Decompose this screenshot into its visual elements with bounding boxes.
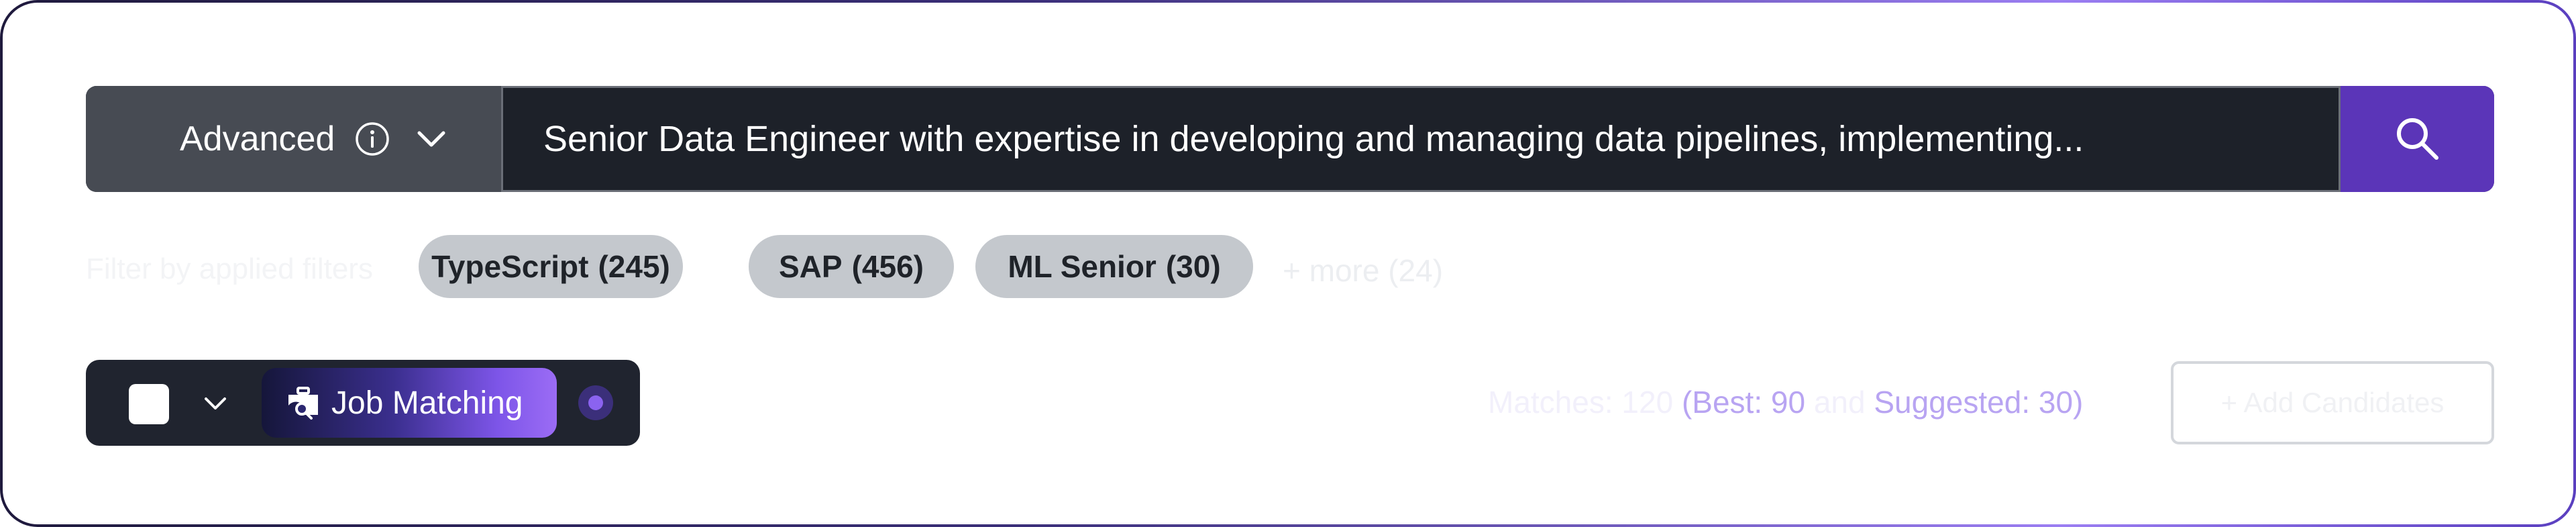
tags-row: Filter by applied filters TypeScript (24… [86, 235, 1562, 298]
more-tags-link[interactable]: + more (24) [1283, 252, 1443, 289]
tag-name: ML Senior [1008, 249, 1157, 284]
tag-chip[interactable]: ML Senior (30) [975, 235, 1253, 298]
match-counts: Matches: 120 (Best: 90 and Suggested: 30… [1488, 384, 2083, 420]
chevron-down-icon[interactable] [201, 389, 229, 418]
chevron-down-icon[interactable] [414, 122, 449, 156]
matches-best: (Best: 90 [1681, 385, 1806, 420]
matches-separator: and [1813, 385, 1866, 420]
select-all-checkbox[interactable] [129, 384, 169, 424]
search-bar: Advanced Senior Data Engineer with exper… [86, 86, 2494, 192]
tag-chip[interactable]: TypeScript (245) [419, 235, 683, 298]
matches-total: Matches: 120 [1488, 385, 1674, 420]
search-mode-select[interactable]: Advanced [86, 86, 503, 192]
matches-suggested: Suggested: 30) [1874, 385, 2084, 420]
tag-count: (30) [1165, 249, 1221, 284]
info-icon[interactable] [354, 120, 391, 158]
status-indicator [578, 385, 613, 420]
search-icon [2396, 118, 2438, 160]
status-indicator-dot [588, 395, 603, 410]
search-mode-label: Advanced [180, 119, 335, 158]
tag-name: TypeScript [431, 249, 589, 284]
tag-count: (456) [851, 249, 924, 284]
tag-chip[interactable]: SAP (456) [749, 235, 954, 298]
search-input[interactable]: Senior Data Engineer with expertise in d… [503, 86, 2339, 192]
add-candidates-button[interactable]: + Add Candidates [2171, 361, 2494, 444]
search-button[interactable] [2339, 86, 2494, 192]
job-matching-button[interactable]: Job Matching [262, 368, 557, 438]
job-matching-label: Job Matching [331, 385, 523, 421]
bulk-toolbar: Job Matching [86, 360, 640, 446]
briefcase-search-icon [286, 385, 321, 420]
tag-count: (245) [598, 249, 670, 284]
tags-hint: Filter by applied filters [86, 252, 373, 285]
search-panel-frame: Advanced Senior Data Engineer with exper… [0, 0, 2576, 527]
search-panel: Advanced Senior Data Engineer with exper… [3, 3, 2573, 524]
tag-name: SAP [779, 249, 843, 284]
